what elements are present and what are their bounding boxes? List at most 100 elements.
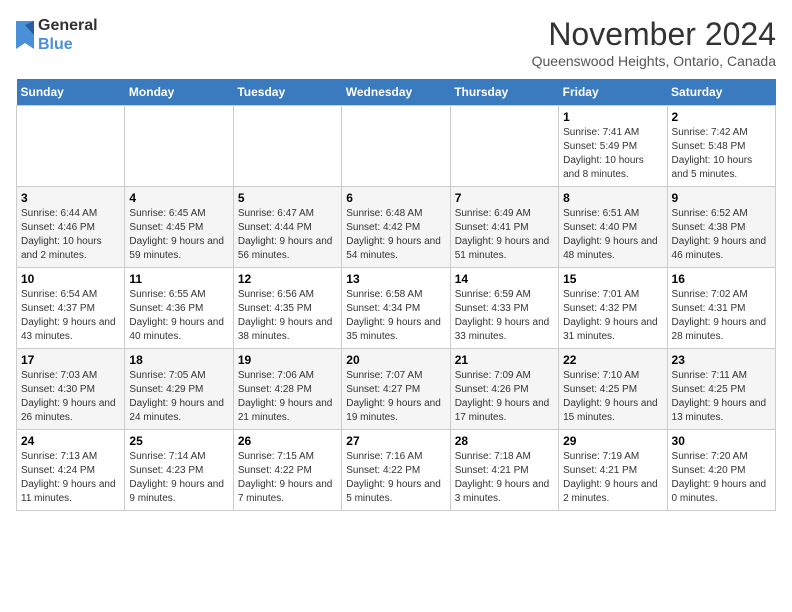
calendar-cell: 1 Sunrise: 7:41 AM Sunset: 5:49 PM Daylig… (559, 106, 667, 187)
calendar-cell (342, 106, 450, 187)
calendar-cell (125, 106, 233, 187)
day-info: Sunrise: 6:48 AM Sunset: 4:42 PM Dayligh… (346, 207, 445, 263)
weekday-header-thursday: Thursday (450, 79, 558, 106)
day-number: 24 (21, 434, 120, 448)
day-info: Sunrise: 7:20 AM Sunset: 4:20 PM Dayligh… (672, 450, 771, 506)
calendar-cell: 19 Sunrise: 7:06 AM Sunset: 4:28 PM Dayli… (233, 349, 341, 430)
day-info: Sunrise: 6:58 AM Sunset: 4:34 PM Dayligh… (346, 288, 445, 344)
logo-text-general: General (38, 16, 98, 35)
month-title: November 2024 (532, 16, 776, 53)
day-info: Sunrise: 7:10 AM Sunset: 4:25 PM Dayligh… (563, 369, 662, 425)
day-info: Sunrise: 6:47 AM Sunset: 4:44 PM Dayligh… (238, 207, 337, 263)
calendar-cell: 7 Sunrise: 6:49 AM Sunset: 4:41 PM Daylig… (450, 187, 558, 268)
calendar-cell: 5 Sunrise: 6:47 AM Sunset: 4:44 PM Daylig… (233, 187, 341, 268)
day-number: 13 (346, 272, 445, 286)
calendar-week-2: 3Sunrise: 6:44 AM Sunset: 4:46 PM Daylig… (17, 187, 776, 268)
day-info: Sunrise: 6:51 AM Sunset: 4:40 PM Dayligh… (563, 207, 662, 263)
calendar-cell: 6 Sunrise: 6:48 AM Sunset: 4:42 PM Daylig… (342, 187, 450, 268)
day-number: 27 (346, 434, 445, 448)
calendar-cell: 9 Sunrise: 6:52 AM Sunset: 4:38 PM Daylig… (667, 187, 775, 268)
calendar-cell: 14Sunrise: 6:59 AM Sunset: 4:33 PM Dayli… (450, 268, 558, 349)
day-number: 6 (346, 191, 445, 205)
day-info: Sunrise: 7:11 AM Sunset: 4:25 PM Dayligh… (672, 369, 771, 425)
calendar-cell: 21 Sunrise: 7:09 AM Sunset: 4:26 PM Dayli… (450, 349, 558, 430)
day-info: Sunrise: 6:56 AM Sunset: 4:35 PM Dayligh… (238, 288, 337, 344)
weekday-header-wednesday: Wednesday (342, 79, 450, 106)
calendar-cell: 26Sunrise: 7:15 AM Sunset: 4:22 PM Dayli… (233, 430, 341, 511)
calendar-cell: 8 Sunrise: 6:51 AM Sunset: 4:40 PM Daylig… (559, 187, 667, 268)
day-info: Sunrise: 6:49 AM Sunset: 4:41 PM Dayligh… (455, 207, 554, 263)
calendar-cell: 25 Sunrise: 7:14 AM Sunset: 4:23 PM Dayli… (125, 430, 233, 511)
logo-shape-icon (16, 21, 34, 49)
calendar-week-4: 17 Sunrise: 7:03 AM Sunset: 4:30 PM Dayli… (17, 349, 776, 430)
calendar-cell: 22 Sunrise: 7:10 AM Sunset: 4:25 PM Dayli… (559, 349, 667, 430)
day-number: 29 (563, 434, 662, 448)
day-info: Sunrise: 7:14 AM Sunset: 4:23 PM Dayligh… (129, 450, 228, 506)
day-info: Sunrise: 6:55 AM Sunset: 4:36 PM Dayligh… (129, 288, 228, 344)
calendar-cell: 24 Sunrise: 7:13 AM Sunset: 4:24 PM Dayli… (17, 430, 125, 511)
day-number: 1 (563, 110, 662, 124)
day-info: Sunrise: 7:42 AM Sunset: 5:48 PM Dayligh… (672, 126, 771, 182)
calendar-cell: 28 Sunrise: 7:18 AM Sunset: 4:21 PM Dayli… (450, 430, 558, 511)
calendar-cell: 4Sunrise: 6:45 AM Sunset: 4:45 PM Daylig… (125, 187, 233, 268)
day-number: 3 (21, 191, 120, 205)
day-info: Sunrise: 6:52 AM Sunset: 4:38 PM Dayligh… (672, 207, 771, 263)
day-info: Sunrise: 7:16 AM Sunset: 4:22 PM Dayligh… (346, 450, 445, 506)
day-info: Sunrise: 7:18 AM Sunset: 4:21 PM Dayligh… (455, 450, 554, 506)
day-number: 11 (129, 272, 228, 286)
day-number: 2 (672, 110, 771, 124)
day-number: 8 (563, 191, 662, 205)
day-number: 4 (129, 191, 228, 205)
day-info: Sunrise: 7:09 AM Sunset: 4:26 PM Dayligh… (455, 369, 554, 425)
day-number: 10 (21, 272, 120, 286)
day-number: 9 (672, 191, 771, 205)
logo-text-blue: Blue (38, 35, 98, 54)
calendar-cell: 2 Sunrise: 7:42 AM Sunset: 5:48 PM Daylig… (667, 106, 775, 187)
calendar-week-5: 24 Sunrise: 7:13 AM Sunset: 4:24 PM Dayli… (17, 430, 776, 511)
weekday-header-tuesday: Tuesday (233, 79, 341, 106)
day-info: Sunrise: 6:54 AM Sunset: 4:37 PM Dayligh… (21, 288, 120, 344)
calendar-week-3: 10 Sunrise: 6:54 AM Sunset: 4:37 PM Dayli… (17, 268, 776, 349)
location: Queenswood Heights, Ontario, Canada (532, 53, 776, 69)
calendar-cell: 10 Sunrise: 6:54 AM Sunset: 4:37 PM Dayli… (17, 268, 125, 349)
day-info: Sunrise: 7:05 AM Sunset: 4:29 PM Dayligh… (129, 369, 228, 425)
calendar-cell: 27 Sunrise: 7:16 AM Sunset: 4:22 PM Dayli… (342, 430, 450, 511)
calendar-cell: 15Sunrise: 7:01 AM Sunset: 4:32 PM Dayli… (559, 268, 667, 349)
calendar-cell: 17 Sunrise: 7:03 AM Sunset: 4:30 PM Dayli… (17, 349, 125, 430)
calendar-cell: 12Sunrise: 6:56 AM Sunset: 4:35 PM Dayli… (233, 268, 341, 349)
day-number: 21 (455, 353, 554, 367)
day-number: 19 (238, 353, 337, 367)
weekday-header-friday: Friday (559, 79, 667, 106)
page-header: General Blue November 2024 Queenswood He… (16, 16, 776, 69)
calendar-cell: 23 Sunrise: 7:11 AM Sunset: 4:25 PM Dayli… (667, 349, 775, 430)
day-number: 20 (346, 353, 445, 367)
day-info: Sunrise: 7:06 AM Sunset: 4:28 PM Dayligh… (238, 369, 337, 425)
day-info: Sunrise: 7:01 AM Sunset: 4:32 PM Dayligh… (563, 288, 662, 344)
logo: General Blue (16, 16, 98, 54)
calendar-cell: 18 Sunrise: 7:05 AM Sunset: 4:29 PM Dayli… (125, 349, 233, 430)
day-number: 5 (238, 191, 337, 205)
day-number: 22 (563, 353, 662, 367)
calendar-cell: 30 Sunrise: 7:20 AM Sunset: 4:20 PM Dayli… (667, 430, 775, 511)
day-info: Sunrise: 7:03 AM Sunset: 4:30 PM Dayligh… (21, 369, 120, 425)
day-number: 18 (129, 353, 228, 367)
calendar-cell: 11 Sunrise: 6:55 AM Sunset: 4:36 PM Dayli… (125, 268, 233, 349)
day-number: 28 (455, 434, 554, 448)
calendar-cell: 29 Sunrise: 7:19 AM Sunset: 4:21 PM Dayli… (559, 430, 667, 511)
day-info: Sunrise: 7:15 AM Sunset: 4:22 PM Dayligh… (238, 450, 337, 506)
weekday-header-sunday: Sunday (17, 79, 125, 106)
day-number: 16 (672, 272, 771, 286)
title-area: November 2024 Queenswood Heights, Ontari… (532, 16, 776, 69)
day-info: Sunrise: 7:19 AM Sunset: 4:21 PM Dayligh… (563, 450, 662, 506)
day-number: 25 (129, 434, 228, 448)
day-info: Sunrise: 7:13 AM Sunset: 4:24 PM Dayligh… (21, 450, 120, 506)
day-number: 7 (455, 191, 554, 205)
day-number: 23 (672, 353, 771, 367)
day-number: 17 (21, 353, 120, 367)
day-info: Sunrise: 7:02 AM Sunset: 4:31 PM Dayligh… (672, 288, 771, 344)
day-info: Sunrise: 7:41 AM Sunset: 5:49 PM Dayligh… (563, 126, 662, 182)
weekday-header-saturday: Saturday (667, 79, 775, 106)
calendar-cell: 13 Sunrise: 6:58 AM Sunset: 4:34 PM Dayli… (342, 268, 450, 349)
calendar-cell: 3Sunrise: 6:44 AM Sunset: 4:46 PM Daylig… (17, 187, 125, 268)
day-number: 30 (672, 434, 771, 448)
